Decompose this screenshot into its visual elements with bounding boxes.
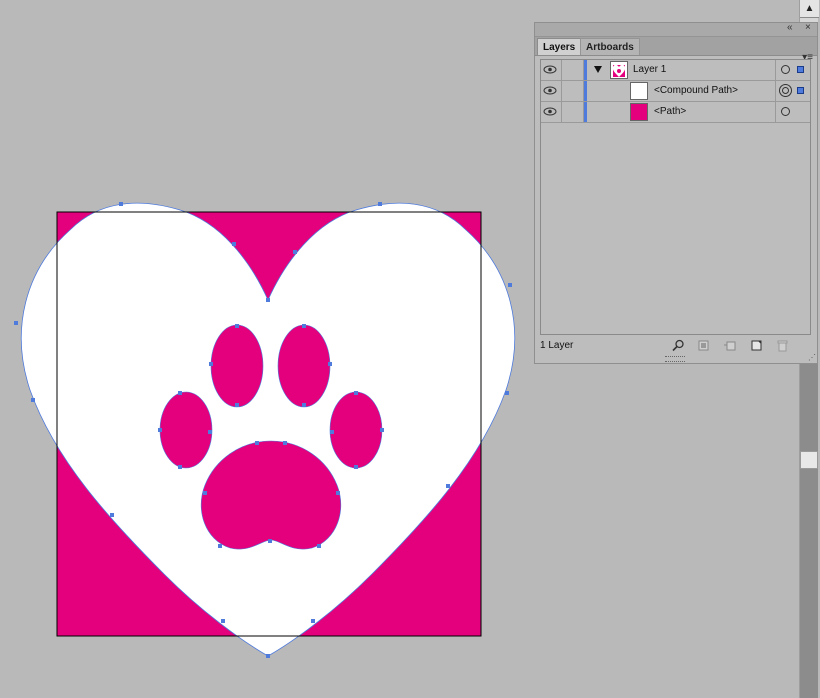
paw-toe-4[interactable]: [329, 391, 383, 469]
column-divider: [561, 102, 562, 122]
create-sublayer-icon[interactable]: [723, 339, 736, 352]
layer-name: <Path>: [654, 106, 687, 117]
layer-row-layer-1[interactable]: Layer 1: [541, 60, 810, 81]
layers-panel: « × Layers Artboards ▾≡ Layer 1 <Compoun…: [534, 22, 818, 364]
layer-name: Layer 1: [633, 64, 667, 75]
panel-titlebar[interactable]: « ×: [535, 22, 817, 37]
path-thumbnail: [630, 103, 648, 121]
visibility-eye-icon[interactable]: [543, 105, 557, 118]
column-divider: [775, 81, 776, 101]
tab-artboards[interactable]: Artboards: [580, 38, 640, 55]
column-divider: [775, 102, 776, 122]
create-new-layer-icon[interactable]: [750, 339, 763, 352]
selection-indicator[interactable]: [797, 87, 804, 94]
target-circle-icon[interactable]: [781, 65, 790, 74]
panel-footer: 1 Layer: [535, 337, 817, 355]
scroll-thumb[interactable]: [800, 451, 818, 469]
double-chevron-left-icon[interactable]: «: [787, 22, 793, 33]
selection-indicator[interactable]: [797, 66, 804, 73]
column-divider: [561, 60, 562, 80]
layer-count: 1 Layer: [540, 340, 574, 351]
layer-color-bar: [584, 60, 587, 80]
target-double-circle-icon[interactable]: [779, 84, 792, 97]
locate-object-icon[interactable]: [672, 339, 685, 352]
close-icon[interactable]: ×: [805, 22, 811, 33]
make-clipping-mask-icon[interactable]: [697, 339, 710, 352]
panel-tabs: Layers Artboards ▾≡: [535, 37, 817, 63]
paw-toe-1[interactable]: [210, 324, 264, 408]
paw-toe-3[interactable]: [159, 391, 213, 469]
layer-thumbnail: [610, 61, 628, 79]
column-divider: [775, 60, 776, 80]
panel-resize-grip[interactable]: [665, 356, 685, 362]
heart-thumbnail-icon: [612, 64, 626, 77]
layer-color-bar: [584, 81, 587, 101]
layer-row-compound-path[interactable]: <Compound Path>: [541, 81, 810, 102]
layer-row-path[interactable]: <Path>: [541, 102, 810, 123]
layer-list: Layer 1 <Compound Path> <Path>: [540, 59, 811, 335]
visibility-eye-icon[interactable]: [543, 84, 557, 97]
delete-icon[interactable]: [776, 339, 789, 352]
target-circle-icon[interactable]: [781, 107, 790, 116]
resize-corner-icon[interactable]: ⋰: [808, 353, 816, 362]
scroll-up-arrow-icon[interactable]: ▲: [800, 0, 819, 18]
expand-triangle-icon[interactable]: [594, 66, 602, 73]
tab-layers[interactable]: Layers: [537, 38, 582, 55]
visibility-eye-icon[interactable]: [543, 63, 557, 76]
layer-name: <Compound Path>: [654, 85, 738, 96]
column-divider: [561, 81, 562, 101]
layer-color-bar: [584, 102, 587, 122]
compound-path-thumbnail: [630, 82, 648, 100]
paw-toe-2[interactable]: [277, 324, 331, 408]
